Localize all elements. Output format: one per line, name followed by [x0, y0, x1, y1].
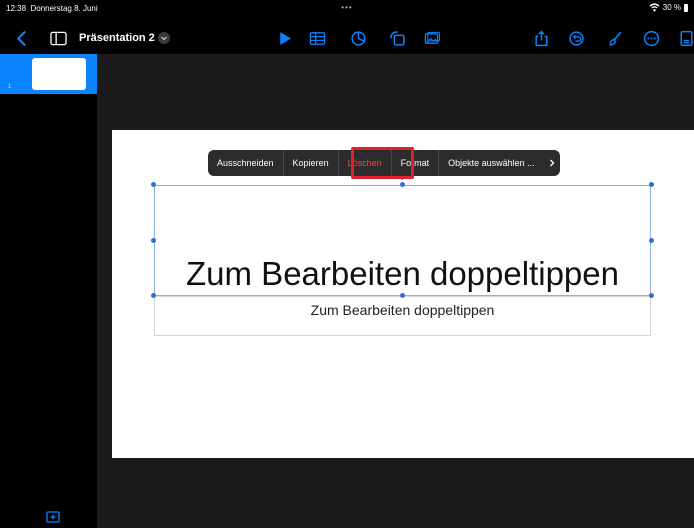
wifi-icon	[649, 3, 660, 12]
context-menu-more-button[interactable]	[544, 150, 560, 176]
selection-handle-bottom-right[interactable]	[649, 293, 654, 298]
document-setup-button[interactable]	[676, 28, 694, 48]
format-button[interactable]	[605, 28, 625, 48]
add-slide-icon[interactable]	[46, 511, 60, 523]
share-icon	[534, 30, 548, 46]
title-menu-button[interactable]	[158, 32, 170, 44]
select-objects-menu-item[interactable]: Objekte auswählen ...	[439, 150, 544, 176]
undo-icon	[568, 30, 584, 46]
document-icon	[679, 30, 693, 46]
selection-handle-right[interactable]	[649, 238, 654, 243]
cut-menu-item[interactable]: Ausschneiden	[208, 150, 284, 176]
play-button[interactable]	[274, 28, 294, 48]
slide-number: 1	[8, 84, 12, 90]
battery-icon	[684, 3, 688, 12]
status-indicators: 30 %	[649, 3, 688, 12]
slide-thumbnail-selected[interactable]: 1	[0, 54, 97, 94]
slide-title[interactable]: Zum Bearbeiten doppeltippen	[154, 255, 651, 293]
insert-shape-button[interactable]	[387, 28, 407, 48]
more-button[interactable]	[641, 28, 661, 48]
status-bar: 12:38 Donnerstag 8. Juni ••• 30 %	[0, 0, 694, 22]
format-brush-icon	[608, 31, 621, 46]
slide-subtitle[interactable]: Zum Bearbeiten doppeltippen	[154, 302, 651, 318]
chevron-right-icon	[549, 159, 555, 167]
toolbar: Präsentation 2	[0, 22, 694, 54]
slide-thumbnail[interactable]	[32, 58, 86, 90]
chevron-left-icon	[16, 30, 26, 46]
format-menu-item[interactable]: Format	[392, 150, 440, 176]
slide-navigator: 1	[0, 54, 97, 528]
copy-menu-item[interactable]: Kopieren	[284, 150, 339, 176]
table-icon	[309, 31, 325, 45]
insert-media-button[interactable]	[422, 28, 442, 48]
delete-menu-item[interactable]: Löschen	[339, 150, 392, 176]
back-button[interactable]	[12, 28, 32, 48]
insert-chart-button[interactable]	[348, 28, 368, 48]
status-time: 12:38 Donnerstag 8. Juni	[6, 4, 98, 13]
chevron-down-icon	[161, 36, 167, 41]
selection-handle-left[interactable]	[151, 238, 156, 243]
chart-icon	[350, 30, 366, 46]
share-button[interactable]	[531, 28, 551, 48]
sidebar-toggle-button[interactable]	[48, 28, 68, 48]
shapes-icon	[389, 30, 405, 46]
more-icon	[643, 30, 659, 46]
sidebar-icon	[49, 31, 67, 45]
insert-table-button[interactable]	[307, 28, 327, 48]
document-title[interactable]: Präsentation 2	[79, 32, 155, 44]
selection-handle-bottom[interactable]	[400, 293, 405, 298]
undo-button[interactable]	[566, 28, 586, 48]
selection-handle-bottom-left[interactable]	[151, 293, 156, 298]
multitasking-dots[interactable]: •••	[341, 3, 352, 12]
media-icon	[424, 31, 440, 44]
selection-handle-top-right[interactable]	[649, 182, 654, 187]
context-menu-pointer	[397, 175, 407, 180]
battery-percent: 30 %	[662, 3, 681, 12]
selection-handle-top-left[interactable]	[151, 182, 156, 187]
context-menu: Ausschneiden Kopieren Löschen Format Obj…	[208, 150, 560, 176]
selection-handle-top[interactable]	[400, 182, 405, 187]
play-icon	[279, 31, 291, 45]
